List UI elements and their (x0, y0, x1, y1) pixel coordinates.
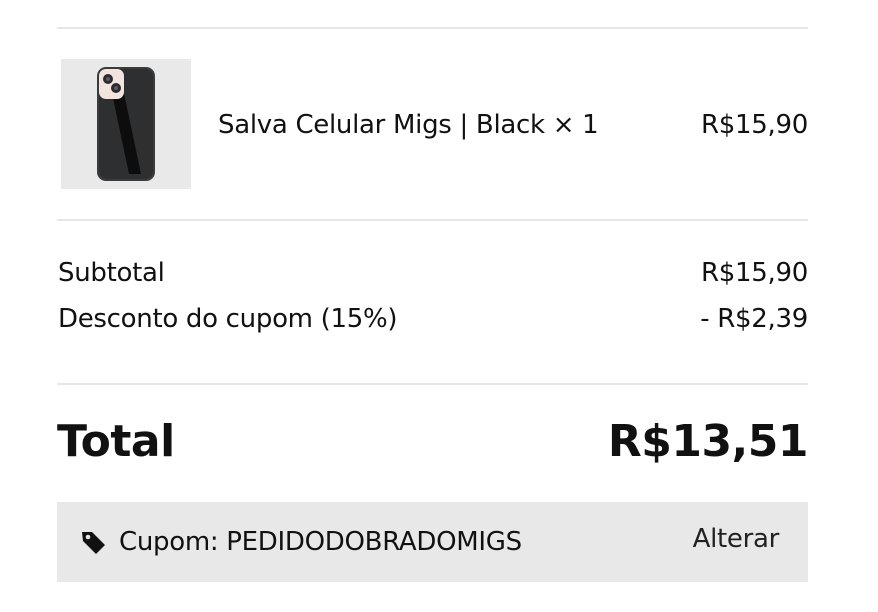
phone-case-image (97, 67, 155, 181)
discount-value: - R$2,39 (700, 304, 808, 334)
change-coupon-link[interactable]: Alterar (693, 522, 780, 556)
product-price: R$15,90 (701, 110, 808, 140)
total-label: Total (57, 416, 175, 467)
divider-top (57, 27, 808, 29)
order-summary: Salva Celular Migs | Black × 1 R$15,90 S… (0, 0, 878, 612)
discount-label: Desconto do cupom (15%) (58, 304, 398, 334)
tag-icon (79, 528, 107, 556)
coupon-code-text: Cupom: PEDIDODOBRADOMIGS (119, 527, 522, 557)
total-value: R$13,51 (607, 416, 809, 467)
product-image (61, 59, 191, 189)
divider-middle (57, 219, 808, 221)
product-name: Salva Celular Migs | Black × 1 (218, 110, 599, 140)
divider-bottom (57, 383, 808, 385)
subtotal-value: R$15,90 (701, 258, 808, 288)
coupon-bar: Cupom: PEDIDODOBRADOMIGS Alterar (57, 502, 808, 582)
subtotal-label: Subtotal (58, 258, 165, 288)
